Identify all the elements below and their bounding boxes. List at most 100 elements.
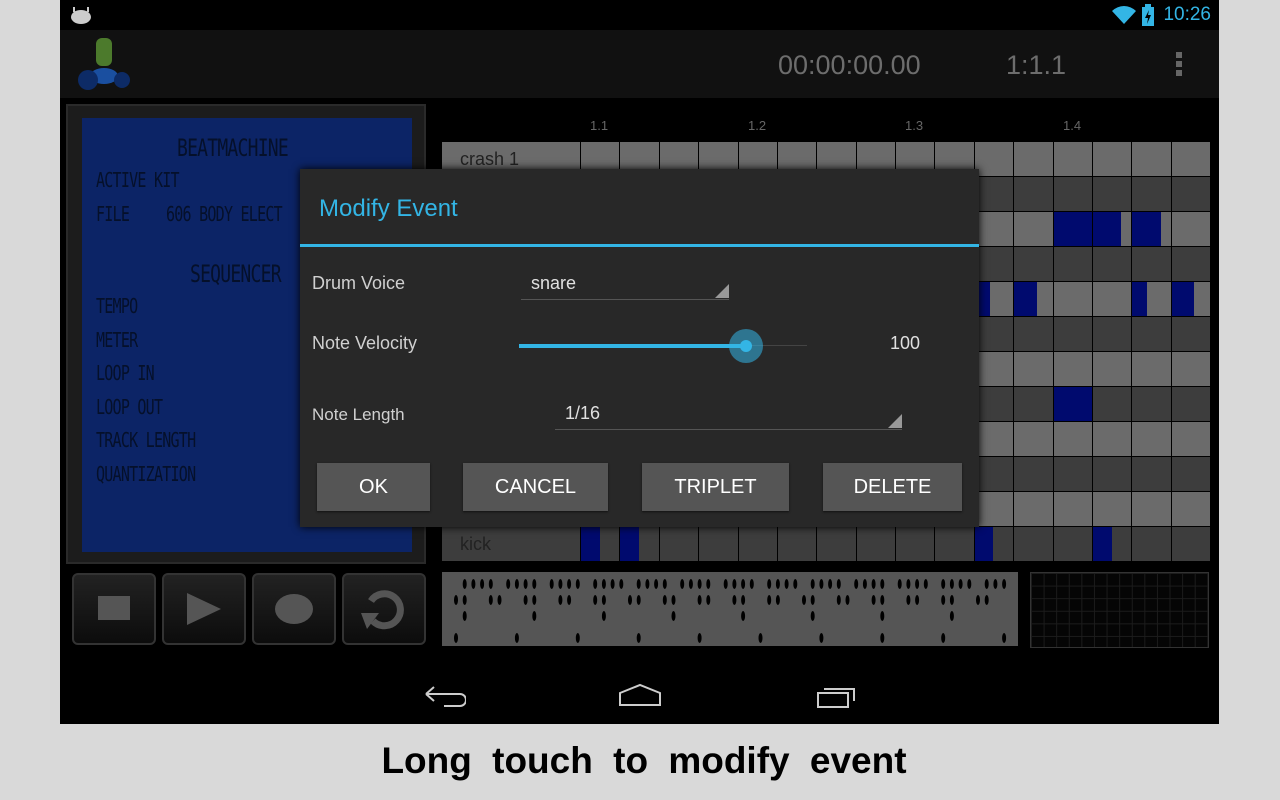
step-cell[interactable]	[817, 527, 856, 561]
step-cell[interactable]	[1014, 352, 1053, 386]
step-cell[interactable]	[1132, 317, 1171, 351]
step-cell[interactable]	[699, 527, 738, 561]
triplet-button[interactable]: TRIPLET	[642, 463, 789, 511]
step-cell[interactable]	[1014, 142, 1053, 176]
step-cell[interactable]	[935, 527, 974, 561]
step-cell[interactable]	[856, 527, 895, 561]
step-cell[interactable]	[1014, 387, 1053, 421]
note-length-spinner[interactable]: 1/16	[555, 401, 902, 430]
step-cell[interactable]	[1092, 282, 1132, 316]
note-event[interactable]	[1132, 212, 1161, 246]
step-cell[interactable]	[974, 492, 1014, 526]
play-button[interactable]	[162, 573, 246, 645]
step-cell[interactable]	[1053, 142, 1092, 176]
step-cell[interactable]	[1092, 142, 1132, 176]
stop-button[interactable]	[72, 573, 156, 645]
step-cell[interactable]	[974, 212, 1014, 246]
step-cell[interactable]	[1053, 317, 1092, 351]
note-event[interactable]	[1092, 212, 1122, 246]
step-cell[interactable]	[974, 317, 1014, 351]
note-event[interactable]	[1132, 282, 1147, 316]
step-cell[interactable]	[974, 352, 1014, 386]
step-cell[interactable]	[1171, 177, 1210, 211]
step-cell[interactable]	[1132, 352, 1171, 386]
step-cell[interactable]	[1092, 352, 1132, 386]
step-cell[interactable]	[1171, 317, 1210, 351]
cancel-button[interactable]: CANCEL	[463, 463, 608, 511]
step-cell[interactable]	[1014, 212, 1053, 246]
loop-button[interactable]	[342, 573, 426, 645]
step-cell[interactable]	[1053, 492, 1092, 526]
step-cell[interactable]	[1014, 457, 1053, 491]
step-cell[interactable]	[1053, 457, 1092, 491]
note-event[interactable]	[1053, 212, 1092, 246]
step-cell[interactable]	[1171, 352, 1210, 386]
step-cell[interactable]	[974, 177, 1014, 211]
step-cell[interactable]	[1132, 422, 1171, 456]
step-cell[interactable]	[1014, 177, 1053, 211]
step-cell[interactable]	[1132, 247, 1171, 281]
step-cell[interactable]	[1014, 247, 1053, 281]
step-cell[interactable]	[1132, 527, 1171, 561]
step-cell[interactable]	[1092, 492, 1132, 526]
step-cell[interactable]	[1171, 422, 1210, 456]
step-cell[interactable]	[1014, 492, 1053, 526]
track-label[interactable]: kick	[442, 527, 580, 561]
step-cell[interactable]	[1132, 492, 1171, 526]
step-cell[interactable]	[974, 387, 1014, 421]
step-cell[interactable]	[1053, 282, 1092, 316]
slider-thumb[interactable]	[728, 329, 763, 363]
step-cell[interactable]	[1092, 422, 1132, 456]
step-cell[interactable]	[896, 527, 935, 561]
step-cell[interactable]	[1132, 177, 1171, 211]
overflow-menu-icon[interactable]	[1176, 52, 1182, 79]
step-cell[interactable]	[974, 142, 1014, 176]
step-cell[interactable]	[1092, 317, 1132, 351]
mini-map[interactable]	[1030, 572, 1209, 648]
step-cell[interactable]	[1171, 492, 1210, 526]
step-cell[interactable]	[1092, 247, 1132, 281]
step-cell[interactable]	[659, 527, 699, 561]
step-cell[interactable]	[1053, 422, 1092, 456]
step-cell[interactable]	[1171, 457, 1210, 491]
step-cell[interactable]	[1053, 177, 1092, 211]
drum-voice-spinner[interactable]: snare	[521, 271, 729, 300]
step-cell[interactable]	[1132, 142, 1171, 176]
step-cell[interactable]	[1092, 177, 1132, 211]
note-event[interactable]	[581, 527, 600, 561]
step-cell[interactable]	[974, 457, 1014, 491]
note-event[interactable]	[1053, 387, 1092, 421]
note-event[interactable]	[620, 527, 640, 561]
step-cell[interactable]	[974, 247, 1014, 281]
step-cell[interactable]	[1171, 247, 1210, 281]
step-cell[interactable]	[1132, 457, 1171, 491]
step-cell[interactable]	[1014, 422, 1053, 456]
note-event[interactable]	[1171, 282, 1195, 316]
note-event[interactable]	[1014, 282, 1037, 316]
step-cell[interactable]	[1171, 527, 1210, 561]
step-cell[interactable]	[738, 527, 777, 561]
note-event[interactable]	[974, 527, 994, 561]
step-cell[interactable]	[1171, 387, 1210, 421]
recent-apps-icon[interactable]	[816, 683, 858, 709]
drum-kit-android-icon[interactable]	[76, 36, 136, 92]
step-cell[interactable]	[974, 422, 1014, 456]
step-cell[interactable]	[1132, 387, 1171, 421]
back-icon[interactable]	[424, 685, 466, 707]
step-cell[interactable]	[777, 527, 817, 561]
note-event[interactable]	[1092, 527, 1112, 561]
step-cell[interactable]	[1053, 247, 1092, 281]
record-button[interactable]	[252, 573, 336, 645]
step-cell[interactable]	[1014, 317, 1053, 351]
home-icon[interactable]	[618, 683, 662, 707]
step-cell[interactable]	[1053, 352, 1092, 386]
velocity-slider[interactable]	[519, 329, 807, 363]
step-cell[interactable]	[1171, 142, 1210, 176]
ok-button[interactable]: OK	[317, 463, 430, 511]
step-cell[interactable]	[1053, 527, 1092, 561]
pattern-overview[interactable]	[442, 572, 1018, 646]
step-cell[interactable]	[1014, 527, 1053, 561]
step-cell[interactable]	[1171, 212, 1210, 246]
step-cell[interactable]	[1092, 457, 1132, 491]
delete-button[interactable]: DELETE	[823, 463, 962, 511]
